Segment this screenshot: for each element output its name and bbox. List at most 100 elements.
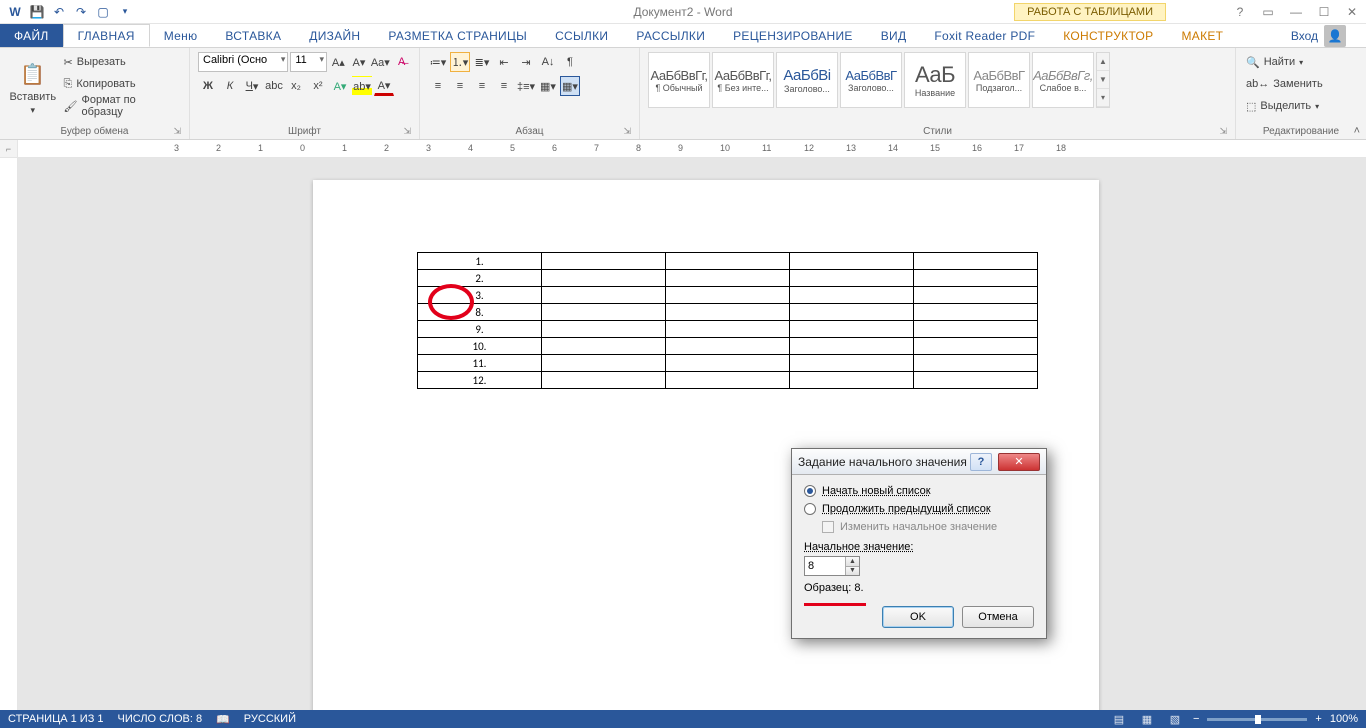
tab-file[interactable]: ФАЙЛ (0, 24, 63, 47)
decrease-indent-button[interactable]: ⇤ (494, 52, 514, 72)
clear-format-button[interactable]: A̶ (392, 52, 411, 72)
multilevel-button[interactable]: ≣▾ (472, 52, 492, 72)
tab-references[interactable]: ССЫЛКИ (541, 24, 622, 47)
ribbon-collapse-icon[interactable]: ˄ (1354, 125, 1360, 137)
tab-table-design[interactable]: КОНСТРУКТОР (1049, 24, 1167, 47)
tab-menu[interactable]: Меню (150, 24, 212, 47)
maximize-icon[interactable]: ☐ (1314, 5, 1334, 19)
increase-indent-button[interactable]: ⇥ (516, 52, 536, 72)
change-case-button[interactable]: Aa▾ (370, 52, 390, 72)
zoom-slider-thumb[interactable] (1255, 715, 1261, 724)
font-name-combo[interactable]: Calibri (Осно (198, 52, 288, 72)
superscript-button[interactable]: x² (308, 76, 328, 96)
align-center-button[interactable]: ≡ (450, 76, 470, 96)
close-icon[interactable]: ✕ (1342, 5, 1362, 19)
style-gallery-more-icon[interactable]: ▾ (1097, 89, 1109, 107)
bold-button[interactable]: Ж (198, 76, 218, 96)
numbering-button[interactable]: ⒈▾ (450, 52, 470, 72)
cancel-button[interactable]: Отмена (962, 606, 1034, 628)
line-spacing-button[interactable]: ‡≡▾ (516, 76, 536, 96)
style-subtitle[interactable]: АаБбВвГПодзагол... (968, 52, 1030, 108)
undo-icon[interactable]: ↶ (50, 3, 68, 21)
spinner-up-icon[interactable]: ▲ (846, 557, 859, 567)
qat-customize-icon[interactable]: ▾ (116, 3, 134, 21)
start-value-spinner[interactable]: ▲ ▼ (804, 556, 860, 576)
align-right-button[interactable]: ≡ (472, 76, 492, 96)
sort-button[interactable]: A↓ (538, 52, 558, 72)
radio-continue-list[interactable]: Продолжить предыдущий список (804, 503, 1034, 515)
font-color-button[interactable]: A▾ (374, 76, 394, 96)
new-doc-icon[interactable]: ▢ (94, 3, 112, 21)
style-normal[interactable]: АаБбВвГг,¶ Обычный (648, 52, 710, 108)
style-nospace[interactable]: АаБбВвГг,¶ Без инте... (712, 52, 774, 108)
tab-view[interactable]: ВИД (867, 24, 921, 47)
tab-review[interactable]: РЕЦЕНЗИРОВАНИЕ (719, 24, 867, 47)
zoom-out-button[interactable]: − (1193, 713, 1199, 725)
zoom-slider[interactable] (1207, 718, 1307, 721)
strike-button[interactable]: abc (264, 76, 284, 96)
status-proofing-icon[interactable]: 📖 (216, 713, 230, 726)
style-heading2[interactable]: АаБбВвГЗаголово... (840, 52, 902, 108)
start-value-input[interactable] (805, 557, 845, 575)
paragraph-launcher-icon[interactable]: ⇲ (623, 126, 631, 137)
styles-launcher-icon[interactable]: ⇲ (1219, 126, 1227, 137)
style-scroll-down-icon[interactable]: ▼ (1097, 71, 1109, 89)
dialog-help-button[interactable]: ? (970, 453, 992, 471)
highlight-button[interactable]: ab▾ (352, 76, 372, 96)
radio-new-list[interactable]: Начать новый список (804, 485, 1034, 497)
style-heading1[interactable]: АаБбВіЗаголово... (776, 52, 838, 108)
style-scroll-up-icon[interactable]: ▲ (1097, 53, 1109, 71)
ok-button[interactable]: OK (882, 606, 954, 628)
text-effects-button[interactable]: A▾ (330, 76, 350, 96)
shrink-font-button[interactable]: A▾ (350, 52, 369, 72)
tab-foxit[interactable]: Foxit Reader PDF (920, 24, 1049, 47)
tab-insert[interactable]: ВСТАВКА (211, 24, 295, 47)
view-print-icon[interactable]: ▦ (1137, 712, 1157, 726)
zoom-level[interactable]: 100% (1330, 713, 1358, 725)
font-size-combo[interactable]: 11 (290, 52, 327, 72)
document-table[interactable]: 1. 2. 3. 8. 9. 10. 11. 12. (417, 252, 1038, 389)
clipboard-launcher-icon[interactable]: ⇲ (173, 126, 181, 137)
style-title[interactable]: АаБНазвание (904, 52, 966, 108)
justify-button[interactable]: ≡ (494, 76, 514, 96)
shading-button[interactable]: ▦▾ (538, 76, 558, 96)
minimize-icon[interactable]: — (1286, 5, 1306, 19)
zoom-in-button[interactable]: + (1315, 713, 1321, 725)
format-painter-button[interactable]: 🖌Формат по образцу (62, 96, 181, 116)
dialog-titlebar[interactable]: Задание начального значения ? ✕ (792, 449, 1046, 475)
tab-mailings[interactable]: РАССЫЛКИ (622, 24, 719, 47)
view-read-icon[interactable]: ▤ (1109, 712, 1129, 726)
status-words[interactable]: ЧИСЛО СЛОВ: 8 (118, 713, 203, 725)
replace-button[interactable]: ab↔Заменить (1244, 74, 1325, 94)
style-subtle[interactable]: АаБбВвГг,Слабое в... (1032, 52, 1094, 108)
spinner-down-icon[interactable]: ▼ (846, 567, 859, 576)
help-icon[interactable]: ? (1230, 5, 1250, 19)
copy-button[interactable]: ⎘Копировать (62, 74, 181, 94)
dialog-close-button[interactable]: ✕ (998, 453, 1040, 471)
ruler-vertical[interactable] (0, 158, 18, 710)
signin-link[interactable]: Вход (1291, 29, 1318, 43)
save-icon[interactable]: 💾 (28, 3, 46, 21)
italic-button[interactable]: К (220, 76, 240, 96)
tab-home[interactable]: ГЛАВНАЯ (63, 24, 150, 47)
bullets-button[interactable]: ≔▾ (428, 52, 448, 72)
align-left-button[interactable]: ≡ (428, 76, 448, 96)
tab-table-layout[interactable]: МАКЕТ (1167, 24, 1237, 47)
user-avatar-icon[interactable]: 👤 (1324, 25, 1346, 47)
grow-font-button[interactable]: A▴ (329, 52, 348, 72)
paste-button[interactable]: 📋 Вставить ▾ (8, 52, 58, 124)
ruler-horizontal[interactable]: ⌐ 3210123456789101112131415161718 (0, 140, 1366, 158)
ribbon-display-icon[interactable]: ▭ (1258, 5, 1278, 19)
underline-button[interactable]: Ч▾ (242, 76, 262, 96)
status-page[interactable]: СТРАНИЦА 1 ИЗ 1 (8, 713, 104, 725)
tab-page-layout[interactable]: РАЗМЕТКА СТРАНИЦЫ (374, 24, 541, 47)
tab-design[interactable]: ДИЗАЙН (295, 24, 374, 47)
show-marks-button[interactable]: ¶ (560, 52, 580, 72)
view-web-icon[interactable]: ▧ (1165, 712, 1185, 726)
redo-icon[interactable]: ↷ (72, 3, 90, 21)
find-button[interactable]: 🔍Найти▾ (1244, 52, 1325, 72)
borders-button[interactable]: ▦▾ (560, 76, 580, 96)
select-button[interactable]: ⬚Выделить▾ (1244, 96, 1325, 116)
cut-button[interactable]: ✂Вырезать (62, 52, 181, 72)
subscript-button[interactable]: x₂ (286, 76, 306, 96)
